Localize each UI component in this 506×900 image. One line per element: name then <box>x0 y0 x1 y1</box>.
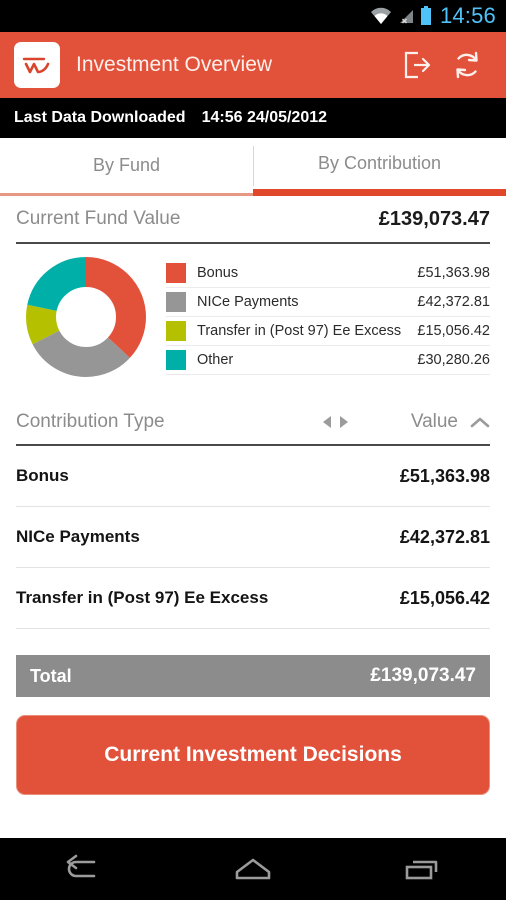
legend-item: Other £30,280.26 <box>166 346 490 375</box>
status-bar-clock: 14:56 <box>439 3 496 28</box>
android-navigation-bar <box>0 838 506 900</box>
legend-swatch-bonus <box>166 263 186 283</box>
legend-swatch-transfer-in <box>166 321 186 341</box>
list-sort-header: Contribution Type Value <box>16 400 490 446</box>
last-download-timestamp: 14:56 24/05/2012 <box>201 109 328 126</box>
tab-bar: By Fund By Contribution <box>0 138 506 196</box>
tab-by-contribution-label: By Contribution <box>317 153 442 173</box>
legend-value: £30,280.26 <box>417 352 490 368</box>
refresh-icon <box>456 51 478 79</box>
total-label: Total <box>30 665 72 686</box>
column-header-contribution-type[interactable]: Contribution Type <box>16 411 322 433</box>
tab-divider <box>253 146 254 186</box>
tab-by-fund[interactable]: By Fund <box>0 138 253 196</box>
home-icon <box>235 858 271 880</box>
current-fund-value-row: Current Fund Value £139,073.47 <box>16 196 490 244</box>
chart-legend: Bonus £51,363.98 NICe Payments £42,372.8… <box>166 259 490 375</box>
chevron-up-icon <box>470 417 490 427</box>
main-content: Current Fund Value £139,073.47 Bonus £51… <box>0 196 506 795</box>
legend-swatch-other <box>166 350 186 370</box>
row-label: Transfer in (Post 97) Ee Excess <box>16 588 269 607</box>
tab-by-fund-label: By Fund <box>92 155 161 175</box>
row-value: £51,363.98 <box>399 465 490 486</box>
cellular-no-signal-icon <box>399 10 413 24</box>
app-bar: Investment Overview <box>0 32 506 98</box>
logout-button[interactable] <box>392 40 442 90</box>
home-button[interactable] <box>198 838 308 900</box>
back-icon <box>67 854 96 878</box>
last-data-downloaded-bar: Last Data Downloaded 14:56 24/05/2012 <box>0 98 506 138</box>
legend-item: Bonus £51,363.98 <box>166 259 490 288</box>
row-value: £15,056.42 <box>399 587 490 608</box>
tab-by-contribution[interactable]: By Contribution <box>253 138 506 196</box>
legend-label: Other <box>197 352 234 368</box>
legend-label: NICe Payments <box>197 294 299 310</box>
contribution-chart-block: Bonus £51,363.98 NICe Payments £42,372.8… <box>16 244 490 384</box>
column-header-value-label: Value <box>410 411 458 432</box>
last-download-label: Last Data Downloaded <box>14 109 186 126</box>
battery-icon <box>420 6 431 25</box>
total-value: £139,073.47 <box>370 665 476 686</box>
table-row[interactable]: Bonus £51,363.98 <box>16 446 490 507</box>
total-row: Total £139,073.47 <box>16 655 490 697</box>
row-value: £42,372.81 <box>399 526 490 547</box>
current-investment-decisions-button[interactable]: Current Investment Decisions <box>16 715 490 795</box>
table-row[interactable]: Transfer in (Post 97) Ee Excess £15,056.… <box>16 568 490 629</box>
wifi-icon <box>370 7 391 24</box>
triangle-right-icon[interactable] <box>338 415 349 429</box>
recent-apps-button[interactable] <box>367 838 477 900</box>
logout-icon <box>404 51 431 79</box>
recent-apps-icon <box>405 860 437 880</box>
app-logo-icon[interactable] <box>14 42 60 88</box>
column-header-value[interactable]: Value <box>411 411 490 433</box>
cta-label: Current Investment Decisions <box>104 743 402 766</box>
status-bar-icons <box>370 6 432 26</box>
android-status-bar: 14:56 <box>0 0 506 32</box>
refresh-button[interactable] <box>442 40 492 90</box>
donut-chart <box>16 253 156 381</box>
pager-arrows <box>322 415 349 429</box>
back-button[interactable] <box>29 838 139 900</box>
row-label: NICe Payments <box>16 527 140 546</box>
row-label: Bonus <box>16 466 69 485</box>
triangle-left-icon[interactable] <box>322 415 333 429</box>
legend-value: £51,363.98 <box>417 265 490 281</box>
legend-label: Transfer in (Post 97) Ee Excess <box>197 323 402 339</box>
table-row[interactable]: NICe Payments £42,372.81 <box>16 507 490 568</box>
legend-value: £15,056.42 <box>417 323 490 339</box>
page-title: Investment Overview <box>76 53 273 76</box>
current-fund-value-amount: £139,073.47 <box>378 207 490 230</box>
current-fund-value-label: Current Fund Value <box>16 208 181 229</box>
legend-value: £42,372.81 <box>417 294 490 310</box>
legend-label: Bonus <box>197 265 239 281</box>
legend-item: NICe Payments £42,372.81 <box>166 288 490 317</box>
legend-item: Transfer in (Post 97) Ee Excess £15,056.… <box>166 317 490 346</box>
legend-swatch-nice-payments <box>166 292 186 312</box>
